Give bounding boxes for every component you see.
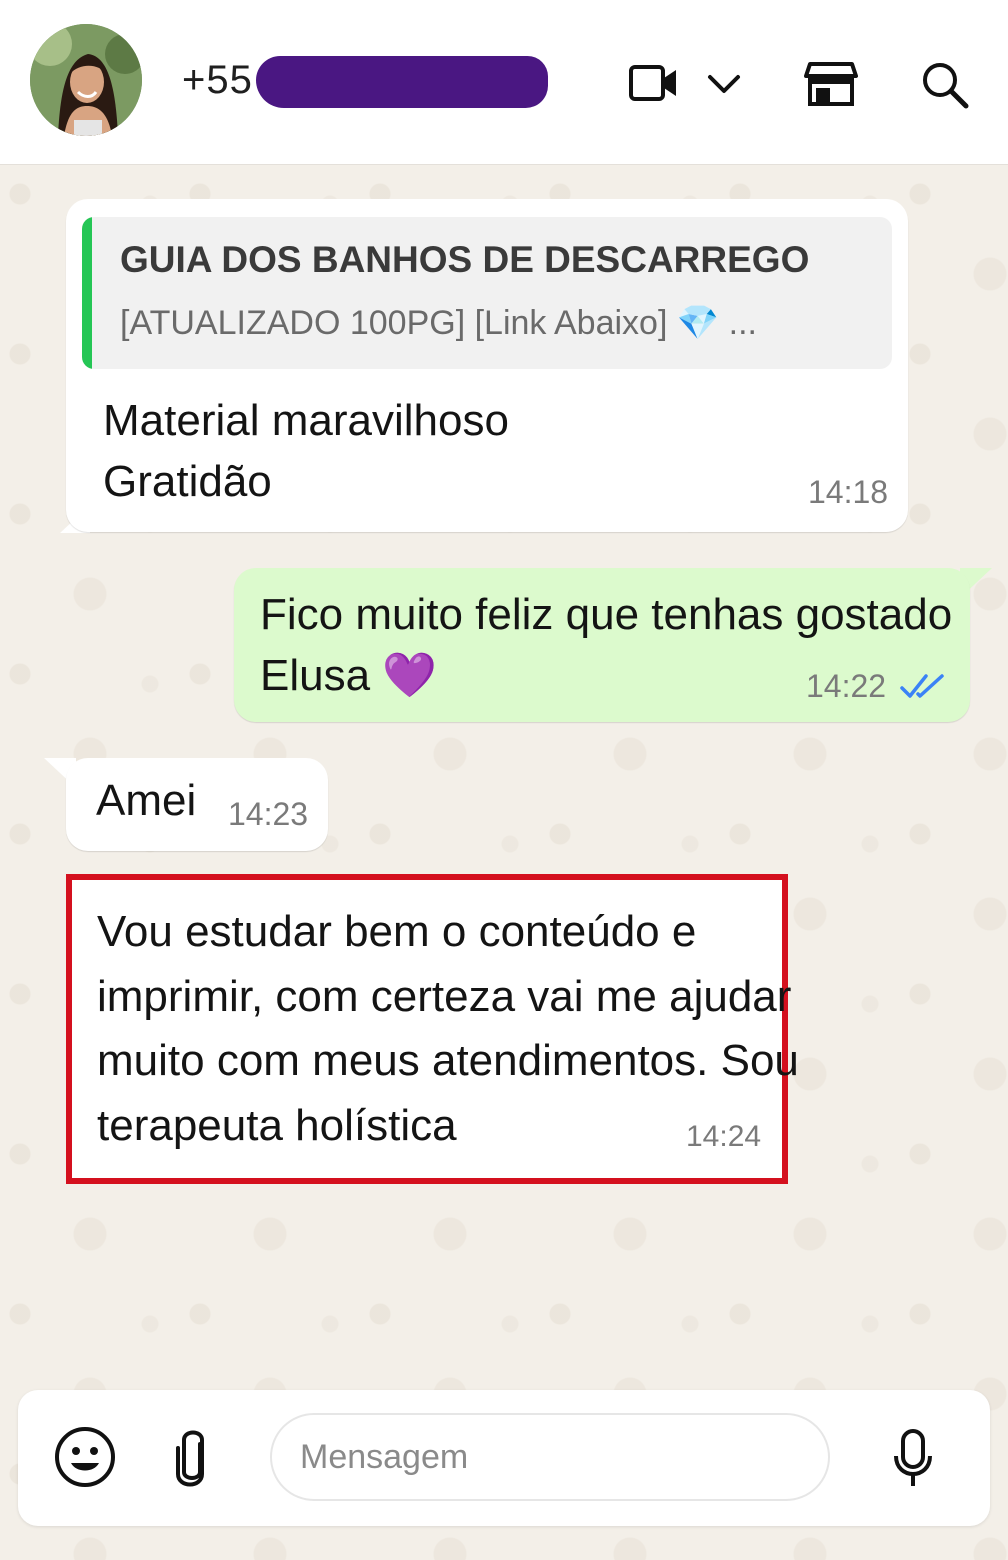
- message-line: Fico muito feliz que tenhas gostado: [260, 590, 953, 639]
- quote-accent-bar: [82, 217, 92, 369]
- search-icon[interactable]: [920, 60, 970, 115]
- emoji-icon[interactable]: [54, 1426, 116, 1493]
- message-line: Elusa: [260, 651, 371, 700]
- message-line: Vou estudar bem o conteúdo e: [97, 907, 697, 956]
- message-line: imprimir, com certeza vai me ajudar: [97, 971, 792, 1021]
- message-time: 14:24: [686, 1120, 762, 1153]
- chevron-down-icon[interactable]: [706, 72, 742, 101]
- message-time: 14:18: [808, 474, 889, 510]
- redacted-number: [256, 56, 548, 108]
- gem-emoji: 💎: [676, 304, 720, 342]
- quote-ellipsis: ...: [728, 304, 757, 342]
- purple-heart-emoji: 💜: [382, 651, 438, 700]
- quote-subtitle-text: [ATUALIZADO 100PG] [Link Abaixo]: [120, 304, 668, 342]
- message-time: 14:23: [228, 796, 309, 832]
- message-input-placeholder: Mensagem: [300, 1438, 469, 1476]
- message-time: 14:22: [806, 668, 887, 704]
- contact-number[interactable]: +55: [182, 58, 253, 103]
- shop-icon[interactable]: [804, 60, 858, 113]
- quote-subtitle: [ATUALIZADO 100PG] [Link Abaixo] 💎 ...: [120, 303, 757, 343]
- avatar[interactable]: [30, 24, 142, 136]
- message-text: Amei: [96, 776, 197, 825]
- microphone-icon[interactable]: [892, 1428, 934, 1495]
- message-line: Gratidão: [103, 457, 272, 506]
- message-text: Material maravilhoso Gratidão: [103, 390, 509, 512]
- message-line: Material maravilhoso: [103, 396, 509, 445]
- chat-header: +55: [0, 0, 1008, 165]
- video-call-icon[interactable]: [628, 62, 680, 109]
- double-check-read-icon: [900, 672, 948, 705]
- attach-icon[interactable]: [170, 1426, 214, 1495]
- quoted-message[interactable]: GUIA DOS BANHOS DE DESCARREGO [ATUALIZAD…: [82, 217, 892, 369]
- quote-title: GUIA DOS BANHOS DE DESCARREGO: [120, 239, 810, 280]
- message-line: muito com meus atendimentos. Sou: [97, 1036, 799, 1085]
